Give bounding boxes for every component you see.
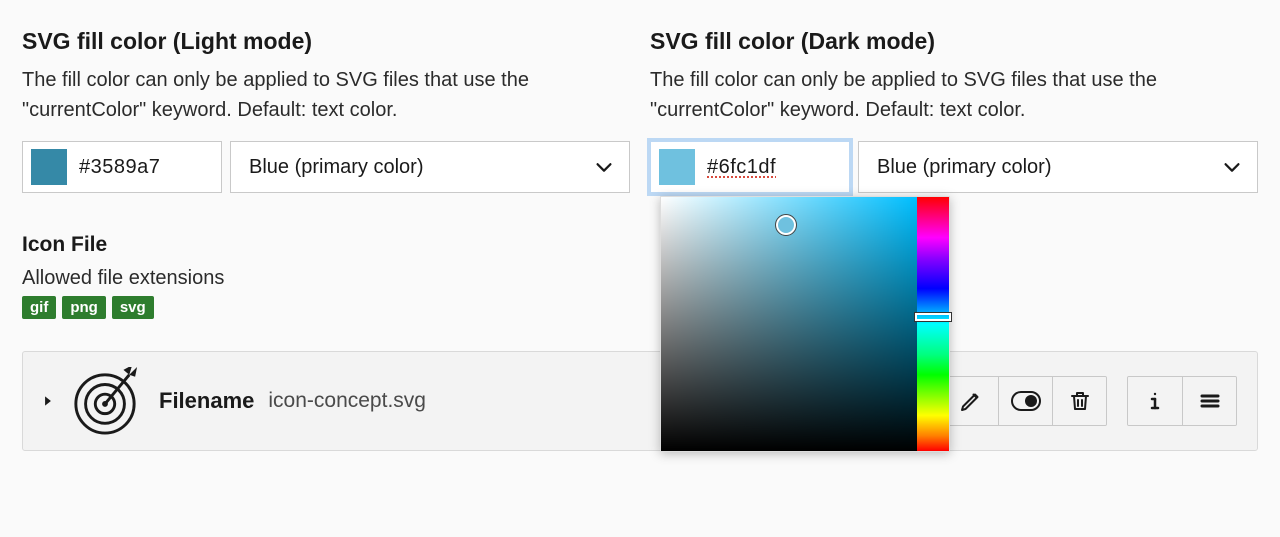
dark-color-hex-input[interactable]: #6fc1df: [707, 156, 827, 179]
filename-label: Filename: [159, 388, 254, 414]
light-color-preset-label: Blue (primary color): [249, 156, 423, 179]
icon-file-heading: Icon File: [22, 233, 630, 257]
file-action-group-2: [1127, 376, 1237, 426]
hue-cursor[interactable]: [915, 313, 951, 321]
allowed-extensions-tags: gif png svg: [22, 296, 630, 319]
light-mode-desc: The fill color can only be applied to SV…: [22, 65, 622, 125]
extension-tag: gif: [22, 296, 56, 319]
info-icon: [1143, 389, 1167, 413]
light-color-input-wrapper[interactable]: #3589a7: [22, 141, 222, 193]
light-color-preset-select[interactable]: Blue (primary color): [230, 141, 630, 193]
light-color-swatch[interactable]: [31, 149, 67, 185]
dark-color-input-wrapper[interactable]: #6fc1df: [650, 141, 850, 193]
chevron-down-icon: [1221, 156, 1243, 178]
file-thumbnail: [71, 367, 139, 435]
chevron-down-icon: [593, 156, 615, 178]
target-icon: [71, 367, 139, 435]
trash-icon: [1068, 389, 1092, 413]
dark-color-swatch[interactable]: [659, 149, 695, 185]
light-mode-section: SVG fill color (Light mode) The fill col…: [22, 24, 630, 319]
filename-value: icon-concept.svg: [268, 389, 426, 413]
toggle-button[interactable]: [998, 377, 1052, 425]
light-mode-heading: SVG fill color (Light mode): [22, 28, 630, 55]
dark-mode-desc: The fill color can only be applied to SV…: [650, 65, 1250, 125]
pencil-icon: [959, 389, 983, 413]
dark-mode-heading: SVG fill color (Dark mode): [650, 28, 1258, 55]
saturation-value-panel[interactable]: [661, 197, 917, 451]
color-picker-popup[interactable]: [660, 196, 950, 452]
extension-tag: png: [62, 296, 106, 319]
info-button[interactable]: [1128, 377, 1182, 425]
hue-slider[interactable]: [917, 197, 949, 451]
dark-color-preset-select[interactable]: Blue (primary color): [858, 141, 1258, 193]
menu-button[interactable]: [1182, 377, 1236, 425]
dark-color-preset-label: Blue (primary color): [877, 156, 1051, 179]
expand-toggle[interactable]: [39, 392, 57, 410]
file-card: Filename icon-concept.svg: [22, 351, 1258, 451]
delete-button[interactable]: [1052, 377, 1106, 425]
hamburger-icon: [1198, 389, 1222, 413]
file-action-group-1: [943, 376, 1107, 426]
extension-tag: svg: [112, 296, 154, 319]
file-actions: [943, 376, 1237, 426]
allowed-extensions-label: Allowed file extensions: [22, 267, 630, 290]
toggle-icon: [1011, 391, 1041, 411]
light-color-hex-input[interactable]: #3589a7: [79, 156, 199, 179]
caret-right-icon: [41, 394, 55, 408]
edit-button[interactable]: [944, 377, 998, 425]
sv-cursor[interactable]: [776, 215, 796, 235]
